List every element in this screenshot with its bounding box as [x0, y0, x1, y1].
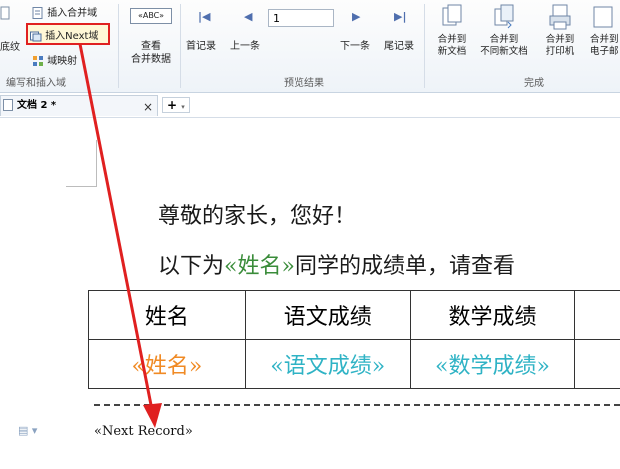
shading-label-partial: 底纹 [0, 42, 20, 53]
merge-to-printer-button[interactable]: 合并到 打印机 [538, 4, 582, 58]
field-chinese-score: «语文成绩» [244, 339, 411, 389]
document-tab-bar: 文档 2 * × + ▾ [0, 93, 620, 118]
header-math-score: 数学成绩 [409, 290, 576, 340]
next-record-button[interactable]: 下一条 [340, 40, 370, 53]
insert-next-field-button[interactable]: 插入Next域 [30, 27, 98, 42]
first-record-icon[interactable]: |◀ [198, 10, 210, 23]
next-record-field: «Next Record» [94, 424, 193, 439]
field-map-icon [33, 56, 43, 66]
table-cell-cut [574, 339, 620, 389]
view-merged-data-label: 查看 合并数据 [124, 40, 178, 66]
table-cell-cut [574, 290, 620, 340]
merge-printer-line2: 打印机 [545, 46, 575, 57]
record-separator-line [94, 404, 620, 406]
previous-record-button[interactable]: 上一条 [230, 40, 260, 53]
tab-document-2[interactable]: 文档 2 * × [0, 95, 158, 116]
plus-icon: + [167, 98, 178, 112]
grades-table: 姓名 语文成绩 数学成绩 «姓名» «语文成绩» «数学成绩» [88, 290, 620, 389]
ribbon-separator [180, 4, 181, 88]
merge-new-doc-line2: 新文档 [437, 46, 467, 57]
next-field-icon [30, 31, 42, 42]
ribbon-separator [424, 4, 425, 88]
previous-record-icon[interactable]: ◀ [244, 10, 252, 23]
last-record-icon[interactable]: ▶| [394, 10, 406, 23]
greeting-line: 尊敬的家长，您好！ [158, 204, 357, 229]
header-chinese-score: 语文成绩 [244, 290, 411, 340]
insert-next-field-label: 插入Next域 [45, 31, 99, 42]
abc-icon: «ABC» [130, 8, 172, 24]
field-name: «姓名» [88, 339, 246, 389]
intro-suffix: 同学的成绩单，请查看 [294, 254, 515, 279]
printer-icon [549, 4, 571, 30]
merge-to-new-document-button[interactable]: 合并到 新文档 [430, 4, 474, 58]
group-label-compose-insert: 编写和插入域 [6, 78, 66, 89]
insert-merge-field-label: 插入合并域 [47, 8, 98, 19]
record-number-input[interactable]: 1 [268, 9, 334, 27]
header-name: 姓名 [88, 290, 246, 340]
new-tab-button[interactable]: + ▾ [162, 97, 190, 113]
next-record-icon[interactable]: ▶ [352, 10, 360, 23]
merge-field-icon [32, 7, 43, 19]
email-icon [593, 6, 613, 28]
ribbon-separator [118, 4, 119, 88]
merge-email-line1: 合并到 [590, 34, 619, 45]
view-label-line1: 查看 [141, 41, 161, 52]
field-math-score: «数学成绩» [409, 339, 576, 389]
merge-separate-line2: 不同新文档 [480, 46, 528, 57]
separate-documents-icon [494, 4, 514, 29]
merge-email-line2: 电子邮 [590, 46, 619, 57]
new-document-icon [442, 4, 462, 26]
shading-button-partial[interactable] [0, 6, 10, 23]
intro-prefix: 以下为 [158, 254, 225, 279]
name-merge-field: «姓名» [224, 254, 295, 279]
first-record-button[interactable]: 首记录 [186, 40, 216, 53]
view-merged-data-button[interactable]: «ABC» [124, 8, 172, 24]
paragraph-options-icon[interactable]: ▤ ▾ [18, 424, 37, 437]
chevron-down-icon[interactable]: ▾ [181, 103, 185, 111]
table-row: 姓名 语文成绩 数学成绩 [88, 290, 620, 340]
group-label-finish: 完成 [524, 78, 544, 89]
last-record-button[interactable]: 尾记录 [384, 40, 414, 53]
close-tab-icon[interactable]: × [143, 97, 153, 117]
intro-line: 以下为«姓名»同学的成绩单，请查看 [158, 248, 515, 280]
insert-merge-field-button[interactable]: 插入合并域 [32, 4, 97, 19]
table-row: «姓名» «语文成绩» «数学成绩» [88, 339, 620, 389]
merge-printer-line1: 合并到 [545, 34, 575, 45]
document-icon [0, 6, 10, 20]
group-label-preview: 预览结果 [284, 78, 324, 89]
tab-title: 文档 2 * [17, 100, 57, 111]
field-map-label: 域映射 [47, 56, 78, 67]
merge-to-separate-documents-button[interactable]: 合并到 不同新文档 [478, 4, 530, 58]
merge-new-doc-line1: 合并到 [437, 34, 467, 45]
document-icon [3, 99, 13, 111]
merge-to-email-button[interactable]: 合并到 电子邮 [590, 4, 620, 58]
page-margin-corner-mark [66, 140, 97, 187]
field-map-button[interactable]: 域映射 [32, 52, 77, 67]
merge-separate-line1: 合并到 [489, 34, 519, 45]
view-label-line2: 合并数据 [131, 54, 171, 65]
ribbon: 底纹 插入合并域 插入Next域 域映射 编写和插入域 «ABC» 查看 合并数… [0, 0, 620, 93]
